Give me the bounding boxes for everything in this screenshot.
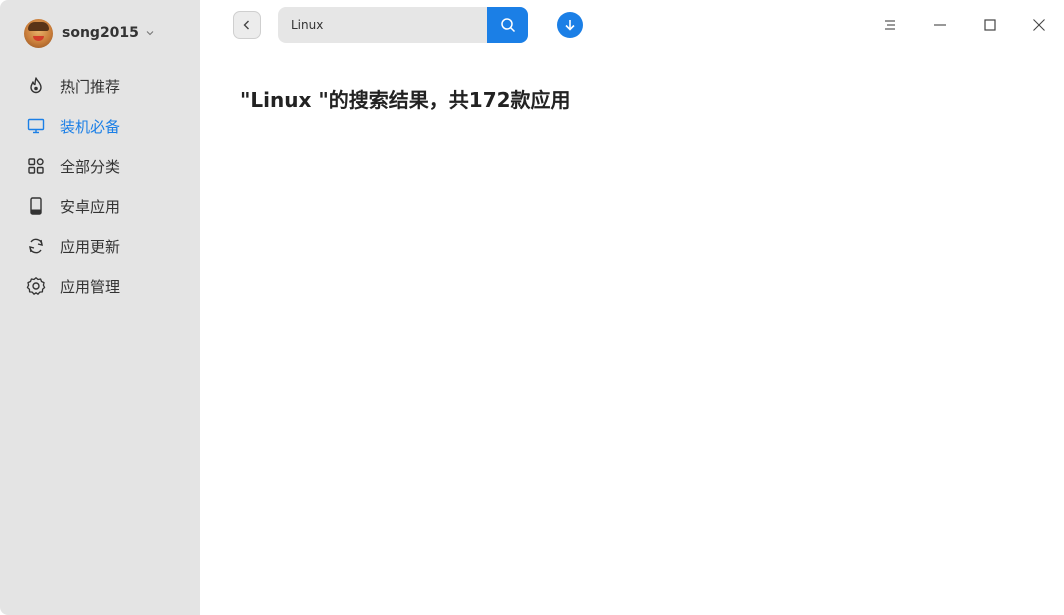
download-manager-button[interactable] xyxy=(557,12,583,38)
search-input[interactable] xyxy=(278,7,487,43)
sidebar-item-app-management[interactable]: 应用管理 xyxy=(0,266,200,306)
search-box xyxy=(278,7,528,43)
sidebar-item-label: 应用管理 xyxy=(60,277,121,296)
sidebar-item-label: 装机必备 xyxy=(60,117,121,136)
close-icon xyxy=(1032,18,1046,32)
close-button[interactable] xyxy=(1029,15,1049,35)
username: song2015 xyxy=(62,25,139,41)
monitor-icon xyxy=(26,116,46,136)
minimize-button[interactable] xyxy=(930,15,950,35)
refresh-icon xyxy=(26,236,46,256)
sidebar-item-label: 热门推荐 xyxy=(60,77,121,96)
avatar xyxy=(24,18,53,48)
search-result-title: "Linux "的搜索结果，共172款应用 xyxy=(240,88,571,112)
sidebar-item-essentials[interactable]: 装机必备 xyxy=(0,106,200,146)
sidebar: song2015 热门推荐 装机必备 全部分类 安卓应用 应用更新 应用管理 xyxy=(0,0,200,615)
back-button[interactable] xyxy=(233,11,261,39)
app-window: song2015 热门推荐 装机必备 全部分类 安卓应用 应用更新 应用管理 L… xyxy=(0,0,1064,615)
maximize-button[interactable] xyxy=(980,15,1000,35)
chevron-left-icon xyxy=(241,19,253,31)
sidebar-item-all-categories[interactable]: 全部分类 xyxy=(0,146,200,186)
sidebar-item-label: 应用更新 xyxy=(60,237,121,256)
grid-categories-icon xyxy=(26,156,46,176)
sidebar-item-label: 全部分类 xyxy=(60,157,121,176)
sidebar-item-hot-recommend[interactable]: 热门推荐 xyxy=(0,66,200,106)
gear-icon xyxy=(26,276,46,296)
arrow-down-icon xyxy=(563,18,577,32)
minimize-icon xyxy=(933,18,947,32)
maximize-icon xyxy=(983,18,997,32)
hot-recommend-icon xyxy=(26,76,46,96)
search-button[interactable] xyxy=(487,7,528,43)
sidebar-item-label: 安卓应用 xyxy=(60,197,121,216)
sidebar-nav: 热门推荐 装机必备 全部分类 安卓应用 应用更新 应用管理 xyxy=(0,66,200,306)
sidebar-item-android-apps[interactable]: 安卓应用 xyxy=(0,186,200,226)
chevron-down-icon xyxy=(146,29,154,37)
hamburger-menu-icon xyxy=(883,18,897,32)
user-menu[interactable]: song2015 xyxy=(24,18,154,48)
search-icon xyxy=(500,17,516,33)
phone-icon xyxy=(26,196,46,216)
sidebar-item-app-updates[interactable]: 应用更新 xyxy=(0,226,200,266)
menu-button[interactable] xyxy=(880,15,900,35)
